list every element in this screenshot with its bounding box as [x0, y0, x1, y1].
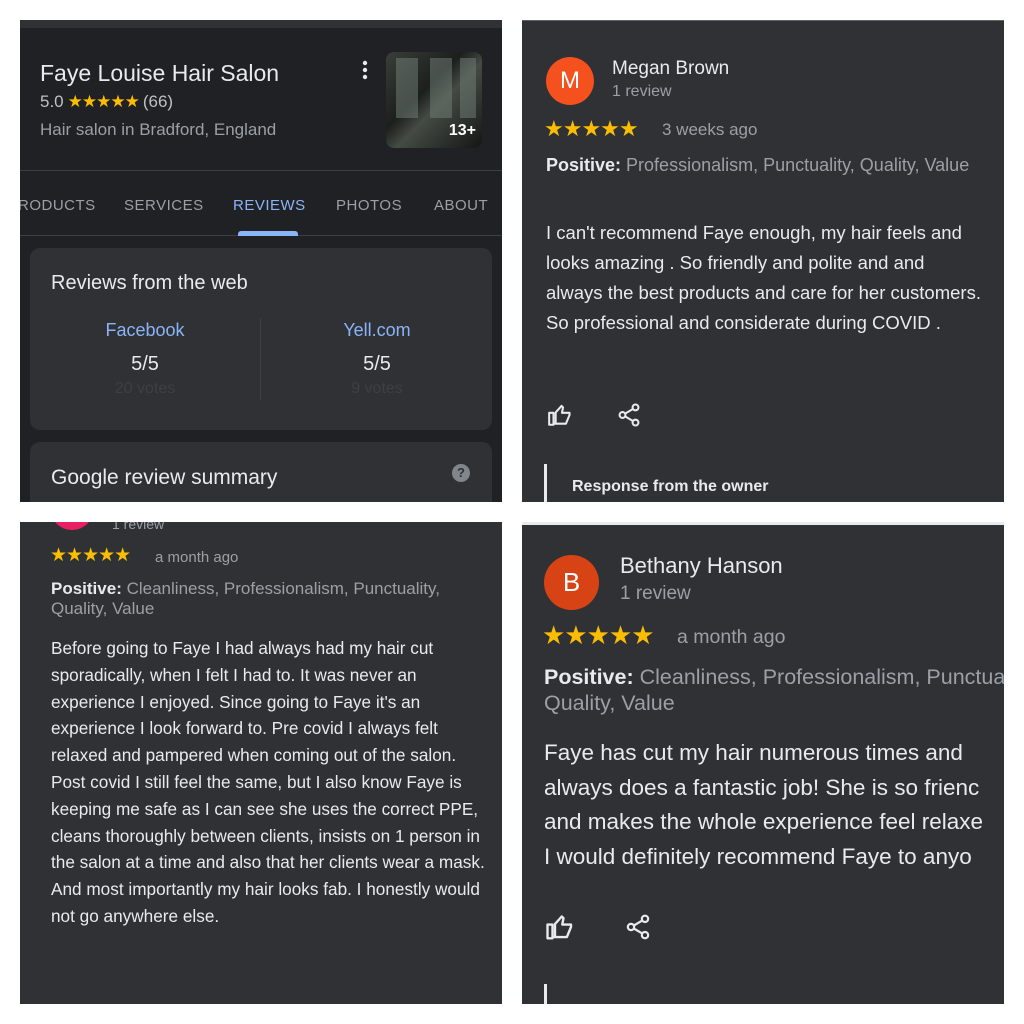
share-icon[interactable] — [616, 402, 642, 433]
review-text-line: and makes the whole experience feel rela… — [544, 809, 984, 834]
photo-count: 13+ — [448, 122, 476, 139]
business-photo-thumbnail[interactable]: 13+ — [386, 52, 482, 148]
top-divider — [522, 522, 1004, 525]
web-review-score: 5/5 — [131, 353, 159, 375]
tab-products[interactable]: RODUCTS — [20, 197, 96, 214]
review-card: M Megan Brown 1 review ★★★★★ 3 weeks ago… — [522, 20, 1004, 502]
review-time: 3 weeks ago — [662, 120, 758, 139]
web-review-source[interactable]: Yell.com 5/5 9 votes — [262, 320, 492, 398]
web-review-votes: 20 votes — [114, 380, 176, 397]
review-text: I can't recommend Faye enough, my hair f… — [546, 222, 981, 333]
business-panel: Faye Louise Hair Salon 5.0 ★★★★★ (66) Ha… — [20, 20, 502, 502]
top-divider — [522, 20, 1004, 21]
tab-services[interactable]: SERVICES — [124, 197, 204, 214]
web-reviews-card: Reviews from the web Facebook 5/5 20 vot… — [30, 248, 492, 430]
review-text: Before going to Faye I had always had my… — [51, 638, 485, 926]
help-icon[interactable]: ? — [452, 464, 470, 482]
positive-label: Positive: — [546, 155, 622, 175]
reviewer-review-count: 1 review — [620, 583, 691, 604]
web-review-site[interactable]: Facebook — [30, 320, 260, 341]
column-divider — [260, 318, 261, 400]
review-text-line: Faye has cut my hair numerous times and — [544, 740, 963, 765]
owner-response-bar — [544, 984, 547, 1004]
owner-response-heading: Response from the owner — [572, 478, 769, 495]
web-review-source[interactable]: Facebook 5/5 20 votes — [30, 320, 260, 398]
review-text-line: I would definitely recommend Faye to any… — [544, 843, 972, 869]
review-text: Faye has cut my hair numerous times and … — [544, 736, 1004, 874]
review-positive-attributes: Positive: Professionalism, Punctuality, … — [546, 154, 986, 177]
review-card: 1 review ★★★★★ a month ago Positive: Cle… — [20, 522, 502, 1004]
web-review-score: 5/5 — [363, 353, 391, 375]
business-category: Hair salon in Bradford, England — [40, 120, 277, 139]
tab-photos[interactable]: PHOTOS — [336, 197, 402, 214]
review-stars: ★★★★★ — [50, 545, 131, 566]
tab-bar: RODUCTS SERVICES REVIEWS PHOTOS ABOUT — [20, 170, 502, 236]
web-review-votes: 9 votes — [351, 380, 403, 397]
owner-response-bar — [544, 464, 547, 502]
reviewer-review-count: 1 review — [112, 522, 165, 532]
reviewer-name[interactable]: Megan Brown — [612, 58, 729, 80]
reviewer-review-count: 1 review — [612, 83, 672, 100]
photo-window-shape — [396, 58, 418, 118]
positive-label: Positive: — [544, 665, 634, 689]
review-count: (66) — [142, 92, 174, 111]
avatar[interactable] — [50, 522, 94, 530]
tab-reviews[interactable]: REVIEWS — [233, 197, 306, 214]
review-time: a month ago — [155, 549, 239, 566]
review-time: a month ago — [677, 626, 786, 648]
review-positive-attributes: Positive: Cleanliness, Professionalism, … — [544, 664, 1004, 716]
photo-window-shape — [460, 58, 476, 118]
review-card: B Bethany Hanson 1 review ★★★★★ a month … — [522, 522, 1004, 1004]
thumb-up-icon[interactable] — [546, 402, 574, 433]
business-name: Faye Louise Hair Salon — [40, 60, 280, 86]
positive-values: Professionalism, Punctuality, Quality, V… — [626, 155, 970, 175]
active-tab-indicator — [238, 231, 298, 236]
avatar[interactable]: B — [544, 555, 599, 610]
tab-about[interactable]: ABOUT — [434, 197, 488, 214]
top-divider — [20, 20, 502, 28]
positive-label: Positive: — [51, 579, 122, 598]
reviewer-name[interactable]: Bethany Hanson — [620, 553, 783, 579]
review-positive-attributes: Positive: Cleanliness, Professionalism, … — [51, 579, 491, 619]
web-reviews-title: Reviews from the web — [51, 272, 248, 294]
more-vert-icon[interactable] — [358, 60, 372, 80]
rating-value: 5.0 — [40, 92, 64, 111]
review-text-line: always does a fantastic job! She is so f… — [544, 774, 980, 800]
review-stars: ★★★★★ — [542, 620, 655, 650]
review-stars: ★★★★★ — [544, 116, 639, 141]
bottom-divider — [20, 1000, 502, 1004]
web-review-site[interactable]: Yell.com — [262, 320, 492, 341]
avatar[interactable]: M — [546, 57, 594, 105]
photo-window-shape — [430, 58, 452, 118]
google-summary-title: Google review summary — [51, 466, 278, 489]
rating-stars: ★★★★★ — [67, 92, 140, 111]
google-summary-card: Google review summary ? — [30, 442, 492, 502]
thumb-up-icon[interactable] — [544, 912, 576, 947]
share-icon[interactable] — [624, 912, 652, 947]
rating-row[interactable]: 5.0 ★★★★★ (66) — [40, 92, 173, 112]
